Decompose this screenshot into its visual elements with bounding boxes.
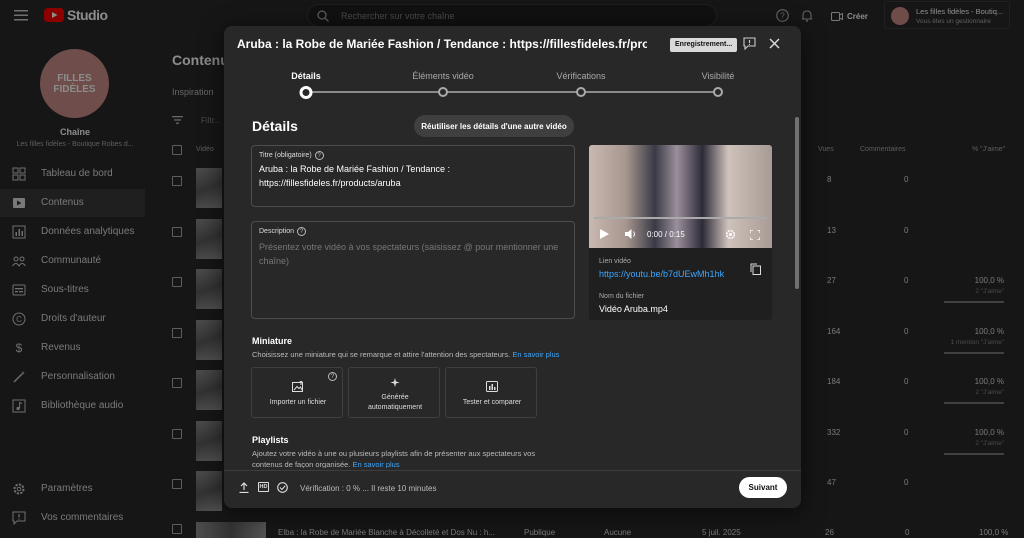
playlists-title: Playlists: [252, 435, 289, 445]
video-link[interactable]: https://youtu.be/b7dUEwMh1hk: [599, 269, 724, 279]
copy-icon[interactable]: [750, 263, 761, 275]
file-name-label: Nom du fichier: [599, 293, 645, 300]
player-time: 0:00 / 0:15: [647, 230, 685, 239]
check-status-text: Vérification : 0 % ... Il reste 10 minut…: [300, 484, 437, 493]
modal-scrollbar[interactable]: [795, 117, 799, 289]
stepper-line: [306, 91, 718, 93]
close-icon[interactable]: [769, 38, 780, 49]
miniature-desc-text: Choisissez une miniature qui se remarque…: [252, 350, 511, 359]
help-icon[interactable]: ?: [328, 372, 337, 381]
description-field-label: Description: [259, 228, 295, 235]
thumb-auto-option[interactable]: Générée automatiquement: [348, 367, 440, 418]
video-preview-card: 0:00 / 0:15 Lien vidéo https://youtu.be/…: [589, 145, 772, 320]
upload-icon: [239, 482, 249, 493]
image-upload-icon: [292, 381, 304, 392]
title-field[interactable]: Titre (obligatoire)? Aruba : la Robe de …: [251, 145, 575, 207]
section-title: Détails: [252, 118, 298, 134]
description-field[interactable]: Description? Présentez votre vidéo à vos…: [251, 221, 575, 319]
title-field-label: Titre (obligatoire): [259, 152, 312, 159]
step-label-0[interactable]: Détails: [291, 71, 321, 81]
step-dot-2[interactable]: [576, 87, 586, 97]
hd-icon: HD: [258, 482, 269, 492]
upload-details-dialog: Aruba : la Robe de Mariée Fashion / Tend…: [224, 26, 801, 508]
thumb-upload-option[interactable]: ? Importer un fichier: [251, 367, 343, 418]
playlists-description: Ajoutez votre vidéo à une ou plusieurs p…: [252, 448, 562, 468]
miniature-title: Miniature: [252, 336, 293, 346]
play-icon[interactable]: [600, 229, 609, 239]
step-label-3[interactable]: Visibilité: [702, 71, 735, 81]
thumb-option-label: Importer un fichier: [269, 399, 327, 406]
step-dot-1[interactable]: [438, 87, 448, 97]
sparkle-icon: [389, 377, 401, 388]
step-label-2[interactable]: Vérifications: [556, 71, 605, 81]
next-button[interactable]: Suivant: [739, 477, 787, 498]
title-field-value-line1[interactable]: Aruba : la Robe de Mariée Fashion / Tend…: [259, 164, 450, 174]
file-name: Vidéo Aruba.mp4: [599, 304, 668, 314]
help-icon[interactable]: ?: [314, 151, 324, 160]
fullscreen-icon[interactable]: [750, 230, 760, 240]
title-field-value-line2[interactable]: https://fillesfideles.fr/products/aruba: [259, 178, 401, 188]
thumb-option-label: Générée automatiquement: [367, 394, 423, 411]
player-progress-bar[interactable]: [594, 217, 767, 219]
dialog-title: Aruba : la Robe de Mariée Fashion / Tend…: [237, 37, 647, 51]
step-label-1[interactable]: Éléments vidéo: [412, 71, 474, 81]
thumb-test-option[interactable]: Tester et comparer: [445, 367, 537, 418]
thumb-option-label: Tester et comparer: [462, 399, 522, 406]
ab-test-icon: [486, 381, 498, 392]
volume-icon[interactable]: [625, 229, 637, 239]
step-dot-0[interactable]: [299, 85, 313, 99]
video-player[interactable]: 0:00 / 0:15: [589, 145, 772, 248]
check-circle-icon: [277, 482, 288, 493]
settings-gear-icon[interactable]: [725, 229, 736, 240]
learn-more-link[interactable]: En savoir plus: [353, 460, 400, 468]
report-issue-icon[interactable]: [743, 37, 756, 50]
step-dot-3[interactable]: [713, 87, 723, 97]
save-status-badge: Enregistrement...: [670, 38, 738, 52]
miniature-description: Choisissez une miniature qui se remarque…: [252, 350, 559, 359]
reuse-details-button[interactable]: Réutiliser les détails d'une autre vidéo: [414, 115, 574, 137]
footer-divider: [224, 470, 801, 471]
video-link-label: Lien vidéo: [599, 258, 631, 265]
description-input[interactable]: Présentez votre vidéo à vos spectateurs …: [259, 240, 564, 268]
learn-more-link[interactable]: En savoir plus: [512, 350, 559, 359]
help-icon[interactable]: ?: [297, 227, 307, 236]
